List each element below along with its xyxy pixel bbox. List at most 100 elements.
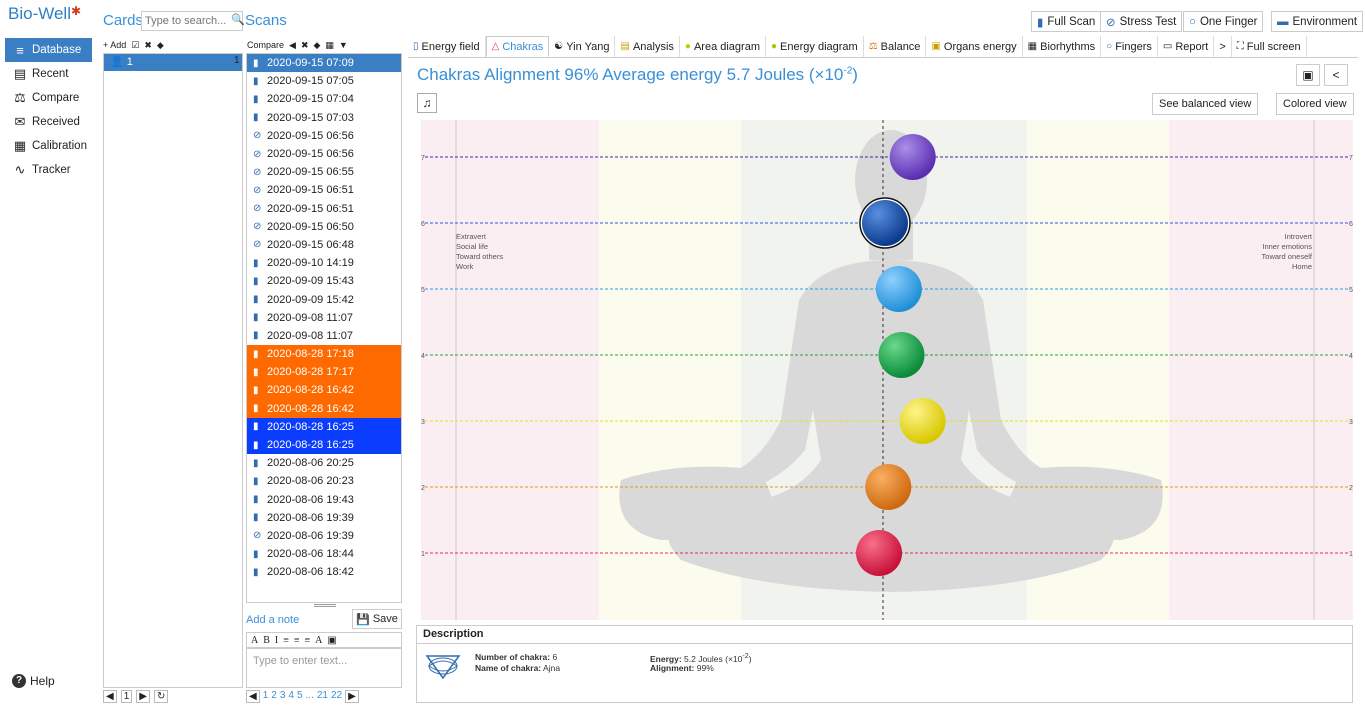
colored-view-button[interactable]: Colored view	[1276, 93, 1354, 115]
tab-energy-diagram[interactable]: ● Energy diagram	[766, 36, 864, 57]
scan-row[interactable]: ▮ 2020-08-06 19:39	[247, 509, 401, 527]
scan-row[interactable]: ⊘ 2020-09-15 06:55	[247, 163, 401, 181]
scans-tool-2[interactable]: ✖	[301, 40, 309, 51]
scans-tool-5[interactable]: ▼	[339, 40, 348, 50]
editor-tool-0[interactable]: A	[251, 635, 258, 646]
scans-pager-btn[interactable]: ◀	[246, 690, 260, 703]
scans-pager-btn[interactable]: 4	[288, 690, 294, 703]
scan-row[interactable]: ⊘ 2020-09-15 06:51	[247, 200, 401, 218]
scan-row[interactable]: ⊘ 2020-09-15 06:50	[247, 218, 401, 236]
scans-pager-btn[interactable]: 5	[297, 690, 303, 703]
scans-pager-btn[interactable]: 21	[317, 690, 328, 703]
scan-row[interactable]: ⊘ 2020-09-15 06:48	[247, 236, 401, 254]
scan-row[interactable]: ▮ 2020-09-15 07:04	[247, 90, 401, 108]
tab-balance[interactable]: ⚖ Balance	[864, 36, 927, 57]
scan-row[interactable]: ▮ 2020-09-08 11:07	[247, 309, 401, 327]
scan-row[interactable]: ▮ 2020-08-06 18:44	[247, 545, 401, 563]
stress-test-button[interactable]: ⊘ Stress Test	[1100, 11, 1183, 32]
editor-tool-4[interactable]: ≡	[294, 635, 300, 646]
scan-row[interactable]: ▮ 2020-08-28 17:18	[247, 345, 401, 364]
scans-pager-btn[interactable]: 1	[263, 690, 269, 703]
cards-pager-btn[interactable]: 1	[120, 690, 133, 703]
scans-tool-4[interactable]: ▦	[325, 40, 334, 51]
tab-yin-yang[interactable]: ☯ Yin Yang	[549, 36, 616, 57]
scan-row[interactable]: ⊘ 2020-09-15 06:56	[247, 127, 401, 145]
tab-report[interactable]: ▭ Report	[1158, 36, 1215, 57]
add-note-link[interactable]: Add a note	[246, 614, 299, 626]
scan-row[interactable]: ⊘ 2020-09-15 06:51	[247, 181, 401, 199]
scan-row[interactable]: ▮ 2020-08-28 16:25	[247, 417, 401, 436]
scans-tool-1[interactable]: ◀	[289, 40, 296, 51]
chakra-7-sphere[interactable]	[889, 134, 936, 180]
tab-area-diagram[interactable]: ● Area diagram	[680, 36, 766, 57]
scan-row[interactable]: ▮ 2020-08-06 20:23	[247, 472, 401, 490]
scan-row[interactable]: ▮ 2020-09-09 15:43	[247, 272, 401, 290]
nav-item-compare[interactable]: ⚖ Compare	[5, 86, 92, 110]
scans-pager-btn[interactable]: 2	[271, 690, 277, 703]
full-scan-button[interactable]: ▮ Full Scan	[1031, 11, 1102, 32]
cards-pager-btn[interactable]: ◀	[103, 690, 117, 703]
chakra-1-sphere[interactable]	[856, 530, 903, 576]
scans-pager-btn[interactable]: 3	[280, 690, 286, 703]
editor-tool-1[interactable]: B	[263, 635, 270, 646]
scans-pager-btn[interactable]: ▶	[345, 690, 359, 703]
cards-tool-1[interactable]: ☑	[131, 40, 139, 51]
search-icon[interactable]: 🔍	[231, 13, 245, 26]
nav-item-tracker[interactable]: ∿ Tracker	[5, 158, 92, 182]
scan-row[interactable]: ⊘ 2020-09-15 06:56	[247, 145, 401, 163]
tab-biorhythms[interactable]: ▦ Biorhythms	[1023, 36, 1102, 57]
scan-row[interactable]: ▮ 2020-09-15 07:09	[247, 54, 401, 73]
chakra-6-sphere[interactable]	[861, 200, 908, 246]
scan-row[interactable]: ▮ 2020-09-10 14:19	[247, 254, 401, 272]
tab-organs-energy[interactable]: ▣ Organs energy	[926, 36, 1023, 57]
cards-tool-3[interactable]: ◆	[157, 40, 164, 51]
editor-tool-5[interactable]: ≡	[305, 635, 311, 646]
editor-tool-3[interactable]: ≡	[283, 635, 289, 646]
scan-row[interactable]: ▮ 2020-08-06 18:42	[247, 563, 401, 581]
note-textarea[interactable]: Type to enter text...	[246, 648, 402, 688]
image-export-icon[interactable]: ▣	[1296, 64, 1320, 86]
chakra-3-sphere[interactable]	[899, 398, 946, 444]
cards-search-input[interactable]	[141, 11, 243, 31]
chakra-4-sphere[interactable]	[878, 332, 925, 378]
scans-pager-btn[interactable]: 22	[331, 690, 342, 703]
resize-grip[interactable]	[314, 604, 336, 607]
music-icon[interactable]: ♫	[417, 93, 437, 113]
tab-fingers[interactable]: ○ Fingers	[1101, 36, 1158, 57]
scan-row[interactable]: ▮ 2020-09-09 15:42	[247, 290, 401, 308]
scan-row[interactable]: ▮ 2020-09-15 07:05	[247, 72, 401, 90]
scan-row[interactable]: ▮ 2020-09-15 07:03	[247, 109, 401, 127]
scan-row[interactable]: ▮ 2020-08-28 17:17	[247, 363, 401, 382]
scan-row[interactable]: ▮ 2020-08-06 19:43	[247, 491, 401, 509]
tab-analysis[interactable]: ▤ Analysis	[615, 36, 680, 57]
cards-pager-btn[interactable]: ↻	[153, 690, 169, 703]
tab-energy-field[interactable]: ▯ Energy field	[408, 36, 486, 57]
scan-row[interactable]: ⊘ 2020-08-06 19:39	[247, 527, 401, 545]
cards-pager-btn[interactable]: ▶	[136, 690, 150, 703]
tab-full-screen[interactable]: ⛶ Full screen	[1232, 36, 1307, 57]
share-icon[interactable]: <	[1324, 64, 1348, 86]
scans-tool-0[interactable]: Compare	[247, 40, 284, 50]
editor-tool-2[interactable]: I	[275, 635, 278, 646]
editor-tool-6[interactable]: A	[315, 635, 322, 646]
nav-item-recent[interactable]: ▤ Recent	[5, 62, 92, 86]
scan-row[interactable]: ▮ 2020-08-28 16:42	[247, 399, 401, 418]
chakra-2-sphere[interactable]	[865, 464, 912, 510]
editor-tool-7[interactable]: ▣	[327, 635, 336, 646]
scan-row[interactable]: ▮ 2020-08-28 16:42	[247, 381, 401, 400]
scan-row[interactable]: ▮ 2020-09-08 11:07	[247, 327, 401, 345]
scans-pager-btn[interactable]: ...	[306, 690, 314, 703]
help-link[interactable]: ? Help	[12, 674, 55, 688]
tab-chakras[interactable]: △ Chakras	[485, 36, 550, 57]
scan-row[interactable]: ▮ 2020-08-28 16:25	[247, 435, 401, 455]
scan-row[interactable]: ▮ 2020-08-06 20:25	[247, 454, 401, 472]
see-balanced-view-button[interactable]: See balanced view	[1152, 93, 1259, 115]
save-button[interactable]: 💾 Save	[352, 609, 402, 629]
cards-tool-2[interactable]: ✖	[144, 40, 152, 51]
one-finger-button[interactable]: ○ One Finger	[1183, 11, 1264, 32]
tab-[interactable]: >	[1214, 36, 1232, 57]
nav-item-database[interactable]: ≡ Database	[5, 38, 92, 62]
environment-button[interactable]: ▬ Environment	[1271, 11, 1364, 32]
nav-item-received[interactable]: ✉ Received	[5, 110, 92, 134]
chakra-5-sphere[interactable]	[875, 266, 922, 312]
